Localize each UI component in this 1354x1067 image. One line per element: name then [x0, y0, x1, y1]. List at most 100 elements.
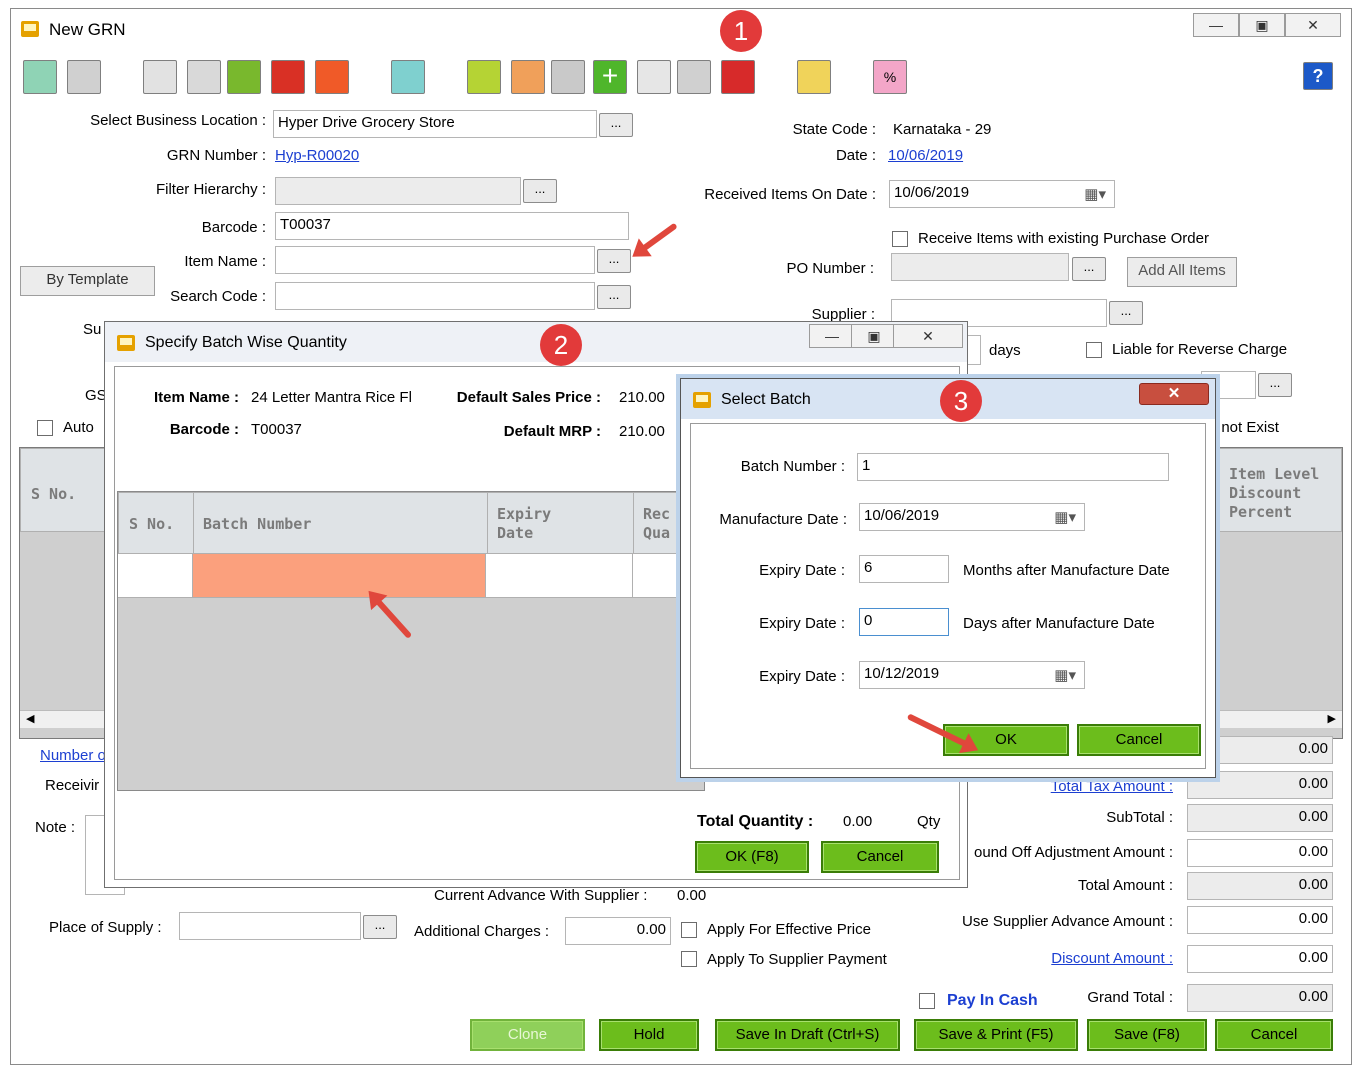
disabled-tool-icon[interactable]	[67, 60, 101, 94]
select-batch-close-icon[interactable]: ✕	[1139, 383, 1209, 405]
clone-button[interactable]: Clone	[470, 1019, 585, 1051]
location-browse-button[interactable]: ...	[599, 113, 633, 137]
search-browse-button[interactable]: ...	[597, 285, 631, 309]
batch-number-cell[interactable]	[192, 554, 486, 597]
grand-total-value: 0.00	[1187, 984, 1333, 1012]
location-field[interactable]: Hyper Drive Grocery Store	[273, 110, 597, 138]
filter-field[interactable]	[275, 177, 521, 205]
batch-dialog-minimize[interactable]: —	[809, 324, 855, 348]
save-print-button[interactable]: Save & Print (F5)	[914, 1019, 1078, 1051]
cart-icon	[693, 392, 711, 408]
batch-grid-row[interactable]	[118, 554, 704, 598]
add-icon[interactable]: +	[593, 60, 627, 94]
batch-cancel-button[interactable]: Cancel	[821, 841, 939, 873]
barcode-icon[interactable]	[721, 60, 755, 94]
additional-charges-field[interactable]: 0.00	[565, 917, 671, 945]
apply-effective-checkbox[interactable]	[681, 922, 697, 938]
save-draft-button[interactable]: Save In Draft (Ctrl+S)	[715, 1019, 900, 1051]
supplier-advance-value[interactable]: 0.00	[1187, 906, 1333, 934]
place-of-supply-field[interactable]	[179, 912, 361, 940]
sb-exp1-field[interactable]: 6	[859, 555, 949, 583]
date-link[interactable]: 10/06/2019	[888, 147, 963, 164]
discount-amount-link[interactable]: Discount Amount :	[941, 950, 1173, 967]
grn-number-link[interactable]: Hyp-R00020	[275, 147, 359, 164]
step-1-badge: 1	[720, 10, 762, 52]
po-number-field[interactable]	[891, 253, 1069, 281]
calendar-dropdown-icon[interactable]: ▦▾	[1084, 185, 1106, 203]
batch-dialog-restore[interactable]: ▣	[851, 324, 897, 348]
print-icon[interactable]	[315, 60, 349, 94]
chart-icon[interactable]	[677, 60, 711, 94]
batch-col-sno: S No.	[129, 515, 175, 533]
number-link-fragment[interactable]: Number o	[40, 747, 106, 764]
location-label: Select Business Location :	[90, 112, 266, 129]
item-browse-button[interactable]: ...	[597, 249, 631, 273]
sb-batch-label: Batch Number :	[740, 458, 845, 475]
calculator-icon[interactable]	[467, 60, 501, 94]
sb-exp3-field[interactable]: 10/12/2019 ▦▾	[859, 661, 1085, 689]
calendar-dropdown-icon[interactable]: ▦▾	[1054, 508, 1076, 526]
reverse-charge-checkbox[interactable]	[1086, 342, 1102, 358]
po-browse-button[interactable]: ...	[1072, 257, 1106, 281]
close-button[interactable]: ✕	[1285, 13, 1341, 37]
sb-exp3-label: Expiry Date :	[759, 668, 845, 685]
pay-in-cash-checkbox[interactable]	[919, 993, 935, 1009]
discount-icon[interactable]: %	[873, 60, 907, 94]
sparkle-icon[interactable]	[797, 60, 831, 94]
item-name-field[interactable]	[275, 246, 595, 274]
tag-icon[interactable]	[271, 60, 305, 94]
cart-tool-icon[interactable]	[23, 60, 57, 94]
total-tax-link[interactable]: Total Tax Amount :	[941, 778, 1173, 795]
calendar-check-icon[interactable]	[551, 60, 585, 94]
cart-icon	[21, 21, 39, 37]
cart-grey-icon[interactable]	[143, 60, 177, 94]
search-code-field[interactable]	[275, 282, 595, 310]
col-divider	[193, 493, 194, 555]
po-number-label: PO Number :	[786, 260, 874, 277]
select-batch-cancel-button[interactable]: Cancel	[1077, 724, 1201, 756]
default-mrp-value: 210.00	[619, 423, 665, 440]
restore-button[interactable]: ▣	[1239, 13, 1285, 37]
table-icon[interactable]	[511, 60, 545, 94]
col-item-level-discount: Item Level Discount Percent	[1229, 465, 1320, 521]
sb-exp2-field[interactable]: 0	[859, 608, 949, 636]
batch-item-label: Item Name :	[153, 389, 239, 406]
receiving-fragment: Receivir	[45, 777, 100, 794]
sb-batch-field[interactable]: 1	[857, 453, 1169, 481]
not-exist-fragment: f not Exist	[1213, 419, 1279, 436]
batch-ok-button[interactable]: OK (F8)	[695, 841, 809, 873]
col-divider	[633, 493, 634, 555]
discount-amount-value[interactable]: 0.00	[1187, 945, 1333, 973]
save-button[interactable]: Save (F8)	[1087, 1019, 1207, 1051]
grid-grey-icon[interactable]	[187, 60, 221, 94]
hold-button[interactable]: Hold	[599, 1019, 699, 1051]
receive-po-checkbox[interactable]	[892, 231, 908, 247]
calendar-dropdown-icon[interactable]: ▦▾	[1054, 666, 1076, 684]
select-batch-title: Select Batch	[721, 391, 811, 408]
supplier-browse-button[interactable]: ...	[1109, 301, 1143, 325]
filter-browse-button[interactable]: ...	[523, 179, 557, 203]
hierarchy-icon[interactable]	[637, 60, 671, 94]
batch-col-batch-number: Batch Number	[203, 515, 312, 533]
help-icon[interactable]: ?	[1303, 62, 1333, 90]
barcode-field[interactable]: T00037	[275, 212, 629, 240]
round-off-value[interactable]: 0.00	[1187, 839, 1333, 867]
auto-checkbox[interactable]	[37, 420, 53, 436]
sb-mfg-field[interactable]: 10/06/2019 ▦▾	[859, 503, 1085, 531]
advance-label: Current Advance With Supplier :	[434, 887, 648, 904]
place-browse-button[interactable]: ...	[363, 915, 397, 939]
batch-grid[interactable]: S No. Batch Number Expiry Date Rec Qua	[117, 491, 705, 791]
add-all-items-button[interactable]: Add All Items	[1127, 257, 1237, 287]
extra-browse-button[interactable]: ...	[1258, 373, 1292, 397]
additional-charges-label: Additional Charges :	[414, 923, 550, 940]
scroll-right-icon[interactable]: ▶	[1328, 712, 1336, 725]
scroll-left-icon[interactable]: ◀	[26, 712, 34, 725]
cancel-button[interactable]: Cancel	[1215, 1019, 1333, 1051]
apply-supplier-checkbox[interactable]	[681, 951, 697, 967]
books-icon[interactable]	[227, 60, 261, 94]
minimize-button[interactable]: —	[1193, 13, 1239, 37]
batch-dialog-close[interactable]: ✕	[893, 324, 963, 348]
col-divider	[487, 493, 488, 555]
document-icon[interactable]	[391, 60, 425, 94]
received-date-field[interactable]: 10/06/2019 ▦▾	[889, 180, 1115, 208]
